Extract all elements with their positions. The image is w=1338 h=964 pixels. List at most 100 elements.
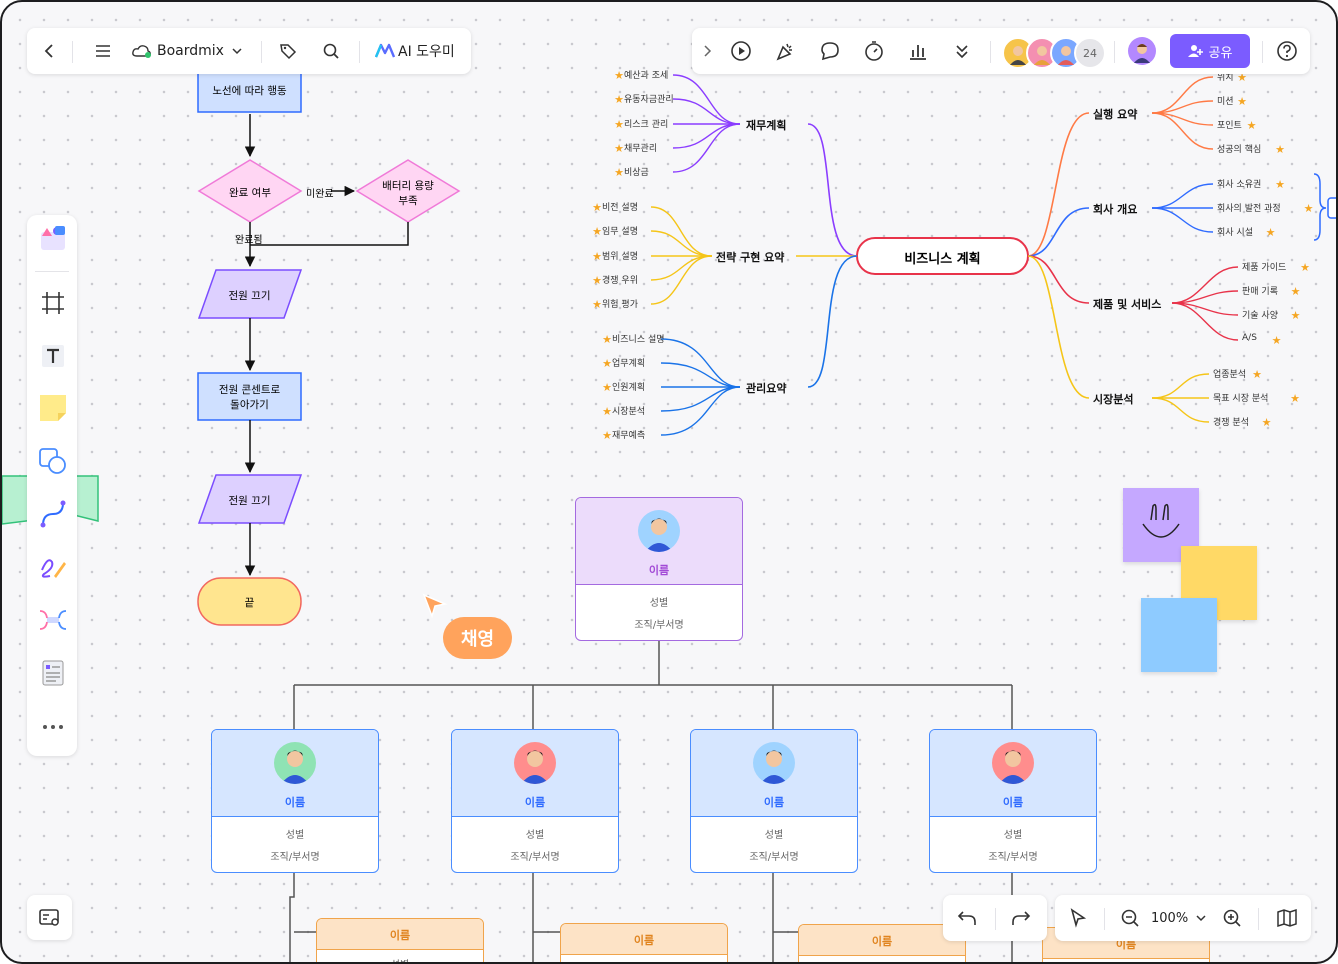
mindmap-leaf-label[interactable]: 기술 사양 — [1242, 308, 1278, 321]
timer-icon — [865, 41, 883, 61]
expand-toolbar-button[interactable] — [698, 39, 716, 63]
org-child-card[interactable]: 이름 성별 조직/부서명 — [690, 729, 858, 873]
mindmap-leaf-label[interactable]: 경쟁 분석 — [1213, 415, 1249, 428]
mindmap-branch-label[interactable]: 회사 개요 — [1093, 201, 1137, 217]
org-grandchild-card[interactable]: 이름 — [560, 923, 728, 962]
mindmap-leaf-label[interactable]: 경쟁 우위 — [602, 273, 638, 286]
mindmap-tool[interactable] — [37, 604, 69, 636]
star-icon: ★ — [592, 250, 602, 263]
mindmap-leaf-label[interactable]: 인원계획 — [612, 380, 645, 393]
mindmap-leaf-label[interactable]: 업무계획 — [612, 356, 645, 369]
comment-button[interactable] — [818, 39, 842, 63]
mindmap-leaf-label[interactable]: 성공의 핵심 — [1217, 142, 1261, 155]
flow-decision-1-label: 완료 여부 — [229, 187, 271, 199]
canvas[interactable]: ★ ★ ★ ★ ★ ★ ★ ★ ★ ★ ★ ★ ★ ★ ★ ★ ★ ★ ★ ★ ★ ★ ★ ★ ★ ★ ★ ★ ★ 노선에 따라 행동 … — [0, 0, 1338, 964]
text-tool[interactable] — [37, 340, 69, 372]
minimap-button[interactable] — [1275, 906, 1299, 930]
org-root-card[interactable]: 이름 성별 조직/부서명 — [575, 497, 743, 641]
org-child-card[interactable]: 이름 성별 조직/부서명 — [929, 729, 1097, 873]
vote-button[interactable] — [906, 39, 930, 63]
ai-assistant-button[interactable]: AI 도우미 — [375, 39, 455, 63]
mindmap-leaf-label[interactable]: 리스크 관리 — [624, 117, 668, 130]
mindmap-leaf-line — [660, 362, 741, 388]
shape-tool[interactable] — [37, 445, 69, 477]
mindmap-leaf-label[interactable]: 제품 가이드 — [1242, 260, 1286, 273]
connector-icon — [40, 500, 66, 528]
mindmap-leaf-label[interactable]: 회사 시설 — [1217, 225, 1253, 238]
mindmap-leaf-label[interactable]: 채무관리 — [624, 141, 657, 154]
mindmap-leaf-label[interactable]: 비즈니스 설명 — [612, 332, 665, 345]
mindmap-leaf-label[interactable]: 회사의 발전 과정 — [1217, 201, 1281, 214]
search-button[interactable] — [319, 39, 343, 63]
org-root-gender: 성별 — [649, 598, 669, 609]
mindmap-leaf-label[interactable]: 재무예측 — [612, 428, 645, 441]
redo-button[interactable] — [1009, 906, 1033, 930]
org-child-card[interactable]: 이름 성별 조직/부서명 — [211, 729, 379, 873]
my-avatar[interactable] — [1128, 37, 1156, 65]
templates-tool[interactable] — [37, 223, 69, 255]
mindmap-leaf-label[interactable]: 예산과 조세 — [624, 68, 668, 81]
mindmap-branch-label[interactable]: 제품 및 서비스 — [1093, 296, 1161, 312]
org-child-name: 이름 — [763, 796, 785, 809]
mindmap-branch-label[interactable]: 실행 요약 — [1093, 106, 1137, 122]
mindmap-leaf-label[interactable]: 범위 설명 — [602, 249, 638, 262]
collaborator-count[interactable]: 24 — [1074, 37, 1106, 69]
app-switcher[interactable]: Boardmix — [131, 39, 244, 63]
timer-button[interactable] — [862, 39, 886, 63]
mindmap-leaf-label[interactable]: 포인트 — [1217, 118, 1242, 131]
app-name: Boardmix — [157, 43, 224, 59]
present-button[interactable] — [729, 39, 753, 63]
presenter-notes-button[interactable] — [27, 895, 72, 940]
more-tools-button[interactable] — [950, 39, 974, 63]
star-icon: ★ — [1304, 202, 1314, 215]
more-templates-tool[interactable] — [37, 657, 69, 689]
mindmap-branch-label[interactable]: 재무계획 — [746, 117, 786, 133]
share-button[interactable]: 공유 — [1170, 34, 1250, 68]
org-grandchild-card[interactable]: 이름 성별 — [316, 918, 484, 962]
menu-button[interactable] — [91, 39, 115, 63]
tag-button[interactable] — [276, 39, 300, 63]
back-button[interactable] — [37, 39, 61, 63]
sticky-note-blue[interactable] — [1141, 598, 1217, 672]
mindmap-leaf-label[interactable]: 회사 소유권 — [1217, 177, 1261, 190]
connector-tool[interactable] — [37, 498, 69, 530]
mindmap-leaf-label[interactable]: 비상금 — [624, 165, 649, 178]
frame-tool[interactable] — [37, 287, 69, 319]
mindmap-branch-label[interactable]: 전략 구현 요약 — [716, 249, 784, 265]
mindmap-leaf-label[interactable]: 업종분석 — [1213, 367, 1246, 380]
star-icon: ★ — [614, 118, 624, 131]
org-grandchild-name: 이름 — [871, 935, 893, 948]
redo-icon — [1012, 911, 1031, 925]
text-icon — [42, 345, 64, 367]
zoom-level-dropdown[interactable]: 100% — [1151, 906, 1208, 930]
zoom-in-button[interactable] — [1220, 906, 1244, 930]
mindmap-leaf-label[interactable]: A/S — [1242, 333, 1257, 343]
mindmap-leaf-label[interactable]: 위험 평가 — [602, 297, 638, 310]
mindmap-leaf-line — [660, 386, 741, 412]
more-button[interactable] — [37, 711, 69, 743]
mindmap-branch-label[interactable]: 시장분석 — [1093, 391, 1133, 407]
org-child-dept: 조직/부서명 — [749, 852, 799, 863]
mindmap-leaf-label[interactable]: 판매 기록 — [1242, 284, 1278, 297]
pen-icon — [41, 559, 66, 578]
mindmap-leaf-label[interactable]: 유동자금관리 — [624, 92, 674, 105]
pen-tool[interactable] — [37, 551, 69, 583]
org-child-gender: 성별 — [525, 830, 545, 841]
mindmap-leaf-label[interactable]: 시장분석 — [612, 404, 645, 417]
sticky-note-tool[interactable] — [37, 392, 69, 424]
mindmap-branch-label[interactable]: 관리요약 — [746, 380, 786, 396]
org-grandchild-card[interactable]: 이름 — [798, 924, 966, 962]
celebrate-button[interactable] — [773, 39, 797, 63]
flow-yes-label: 완료됨 — [235, 235, 263, 246]
select-tool-button[interactable] — [1066, 906, 1090, 930]
zoom-out-button[interactable] — [1118, 906, 1142, 930]
org-child-card[interactable]: 이름 성별 조직/부서명 — [451, 729, 619, 873]
help-button[interactable] — [1275, 39, 1299, 63]
star-icon: ★ — [614, 142, 624, 155]
mindmap-leaf-label[interactable]: 미션 — [1217, 94, 1234, 107]
undo-button[interactable] — [955, 906, 979, 930]
mindmap-leaf-label[interactable]: 목표 시장 분석 — [1213, 391, 1268, 404]
star-icon: ★ — [602, 357, 612, 370]
mindmap-leaf-label[interactable]: 비전 설명 — [602, 200, 638, 213]
mindmap-leaf-label[interactable]: 임무 설명 — [602, 224, 638, 237]
